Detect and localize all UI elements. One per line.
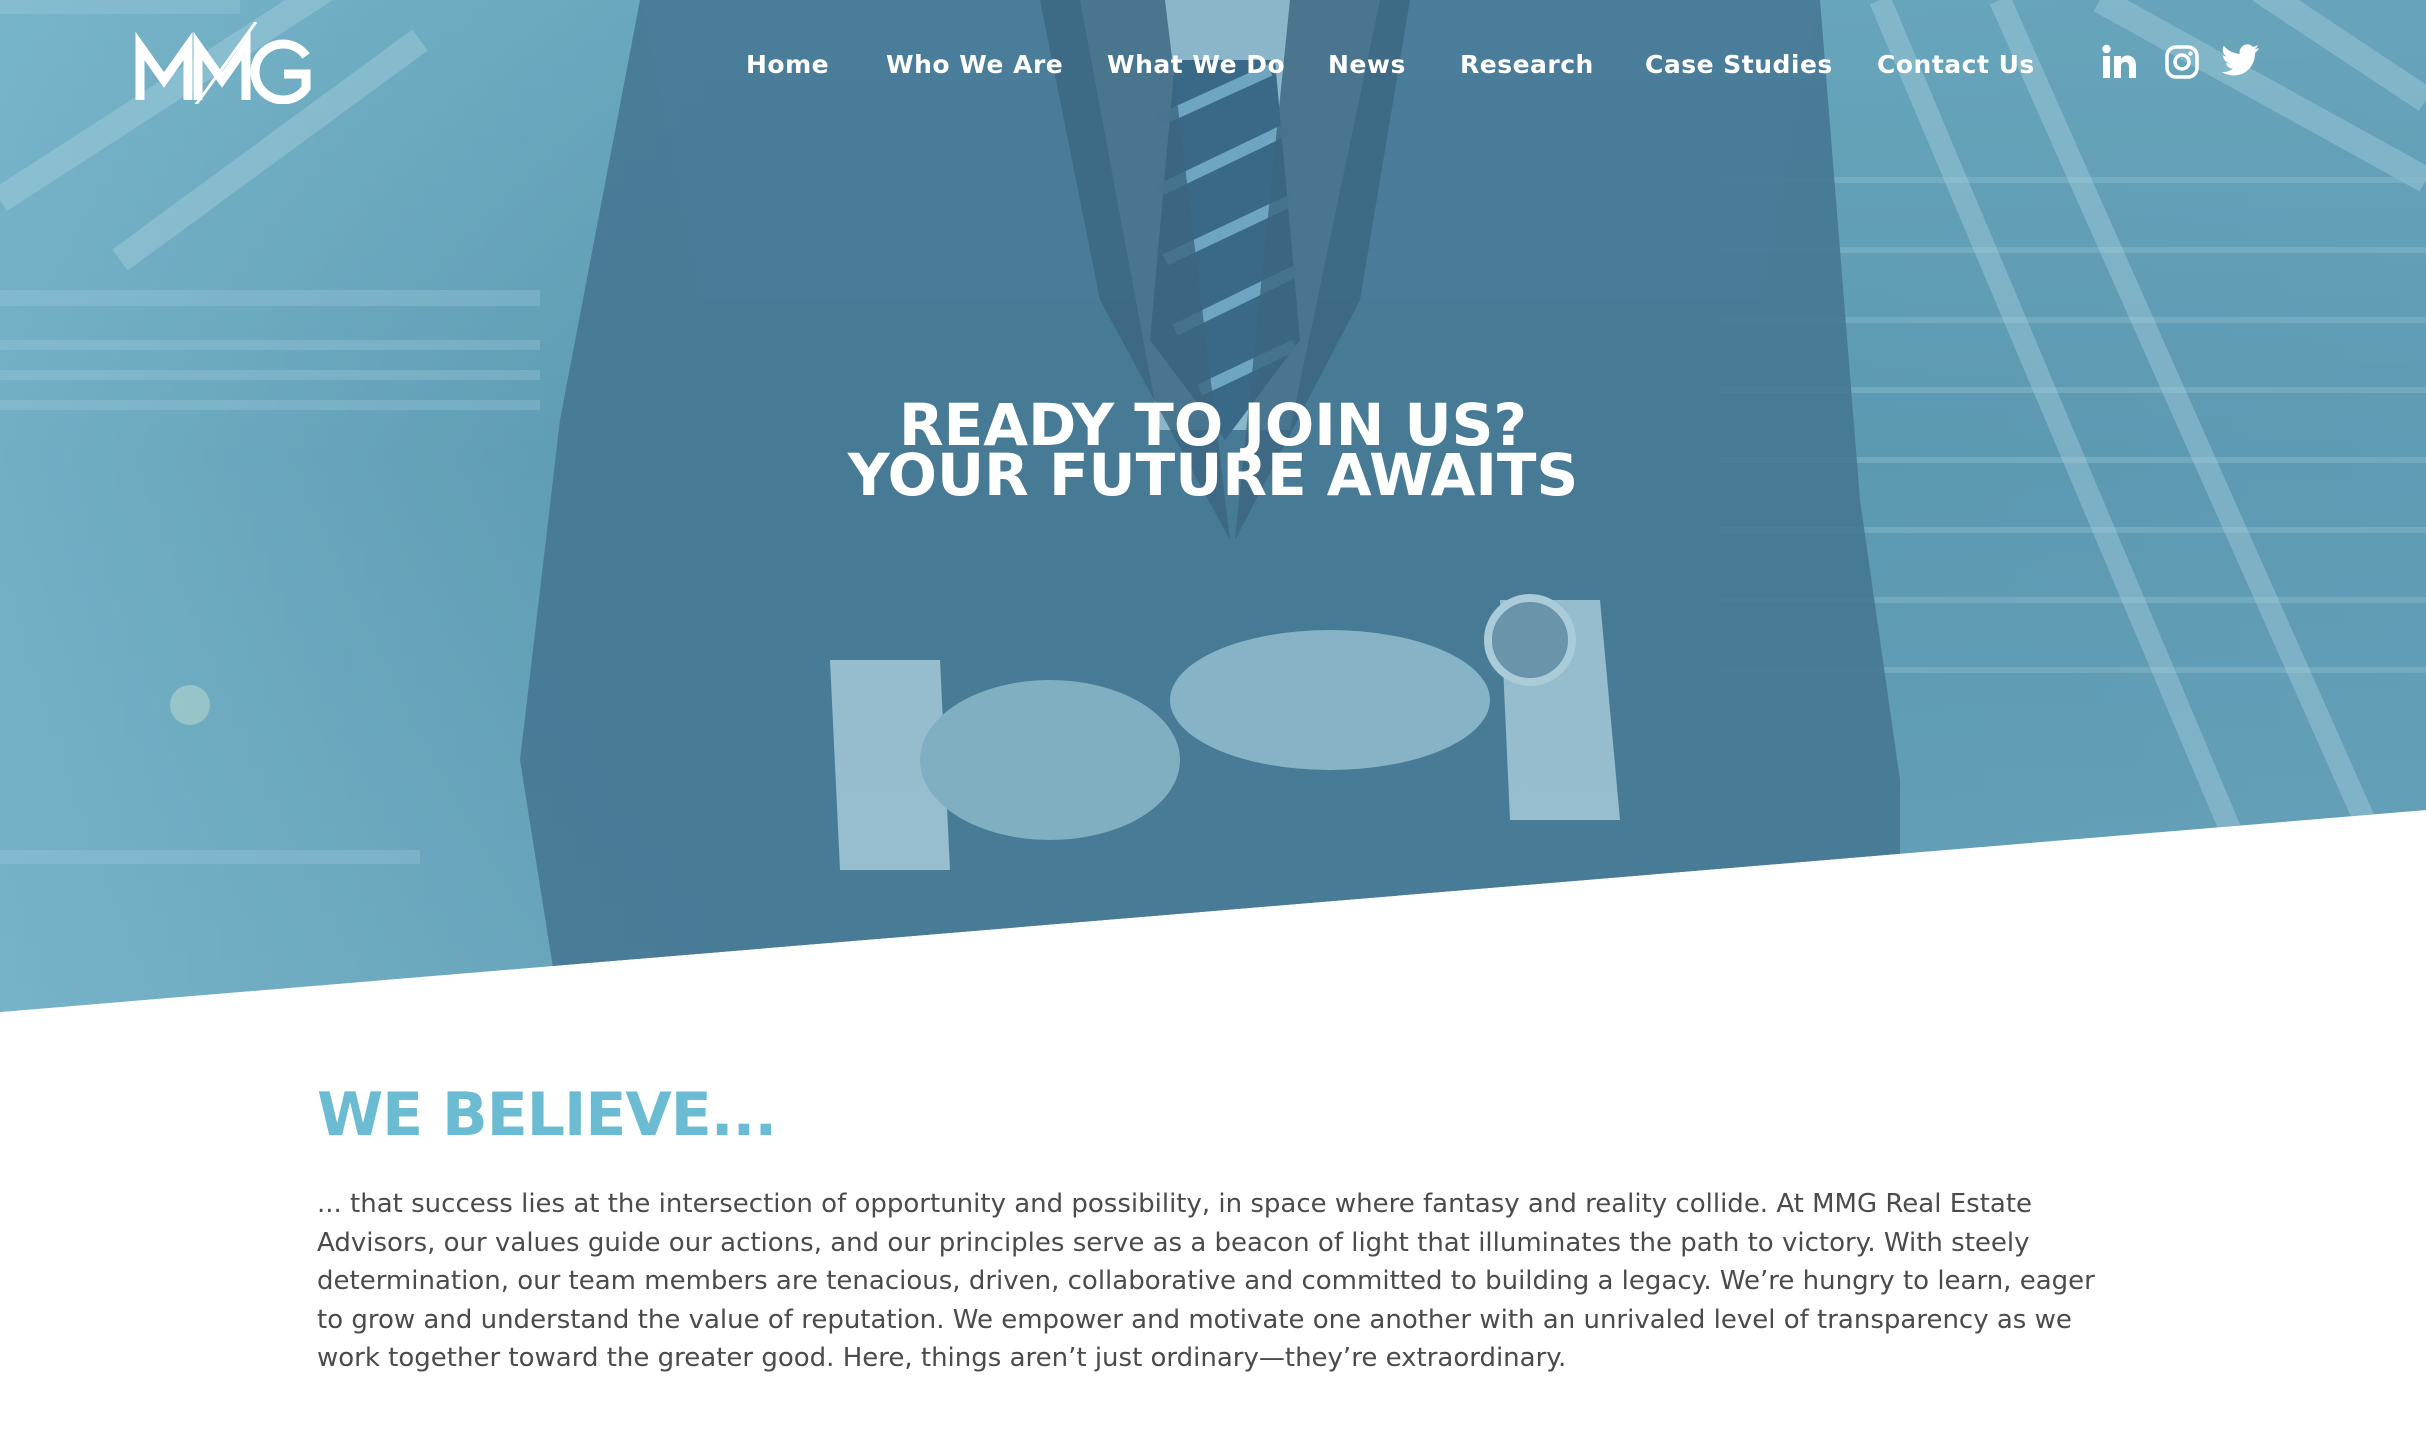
- mmg-logo[interactable]: [134, 22, 314, 104]
- hero-title-line2: YOUR FUTURE AWAITS: [847, 441, 1579, 509]
- nav-who-we-are[interactable]: Who We Are: [886, 50, 1063, 79]
- linkedin-icon[interactable]: [2102, 44, 2138, 80]
- instagram-icon[interactable]: [2164, 44, 2200, 80]
- nav-what-we-do[interactable]: What We Do: [1107, 50, 1285, 79]
- believe-heading: WE BELIEVE...: [317, 1080, 777, 1150]
- nav-home[interactable]: Home: [746, 50, 829, 79]
- nav-contact-us[interactable]: Contact Us: [1877, 50, 2035, 79]
- nav-research[interactable]: Research: [1460, 50, 1594, 79]
- nav-news[interactable]: News: [1328, 50, 1406, 79]
- hero-title: READY TO JOIN US? YOUR FUTURE AWAITS: [0, 396, 2426, 509]
- nav-case-studies[interactable]: Case Studies: [1645, 50, 1833, 79]
- twitter-icon[interactable]: [2222, 44, 2260, 78]
- believe-body: ... that success lies at the intersectio…: [317, 1189, 2095, 1373]
